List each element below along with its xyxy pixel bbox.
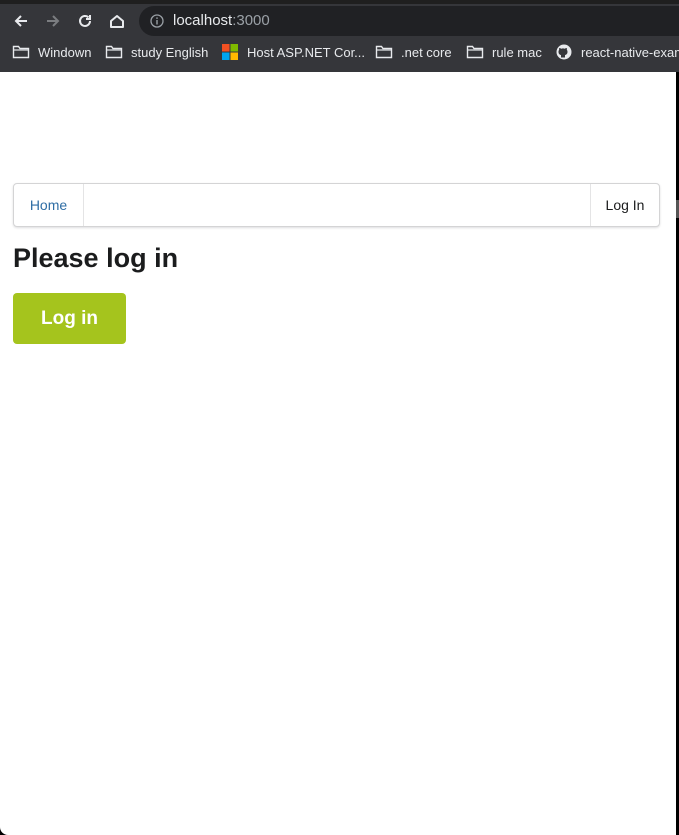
browser-chrome: localhost:3000 Windown study English Hos… <box>0 0 679 72</box>
browser-toolbar: localhost:3000 <box>0 4 679 38</box>
bookmark-label: Host ASP.NET Cor... <box>247 44 366 60</box>
menu-item-login[interactable]: Log In <box>590 184 659 226</box>
github-icon <box>556 44 572 60</box>
bookmark-rule-mac[interactable]: rule mac <box>466 42 542 62</box>
page-title: Please log in <box>13 243 179 273</box>
bookmark-label: react-native-exam <box>581 44 679 60</box>
bookmark-host-aspnet[interactable]: Host ASP.NET Cor... <box>221 42 365 62</box>
bookmark-label: rule mac <box>492 44 542 60</box>
folder-icon <box>12 45 30 59</box>
folder-icon <box>466 45 484 59</box>
page-viewport: Home Log In Please log in Log in <box>0 72 676 835</box>
bookmark-net-core[interactable]: .net core <box>375 42 452 62</box>
folder-icon <box>105 45 123 59</box>
bookmark-label: study English <box>131 44 209 60</box>
forward-icon[interactable] <box>41 9 65 33</box>
info-icon[interactable] <box>150 14 164 28</box>
url-host: localhost <box>173 12 233 29</box>
reload-icon[interactable] <box>73 9 97 33</box>
back-icon[interactable] <box>9 9 33 33</box>
bookmark-study-english[interactable]: study English <box>105 42 208 62</box>
folder-icon <box>375 45 393 59</box>
home-icon[interactable] <box>105 9 129 33</box>
bookmark-windown[interactable]: Windown <box>12 42 91 62</box>
bookmark-label: .net core <box>401 44 452 60</box>
address-bar[interactable]: localhost:3000 <box>139 6 679 36</box>
url-text[interactable]: localhost:3000 <box>173 12 270 29</box>
login-button[interactable]: Log in <box>13 293 126 344</box>
bookmark-react-native[interactable]: react-native-exam <box>555 42 679 62</box>
menu-item-home[interactable]: Home <box>14 184 84 226</box>
top-menu: Home Log In <box>13 183 660 227</box>
bookmark-label: Windown <box>38 44 92 60</box>
bookmarks-bar: Windown study English Host ASP.NET Cor..… <box>0 38 679 66</box>
url-port: :3000 <box>232 12 270 29</box>
microsoft-icon <box>222 44 238 60</box>
